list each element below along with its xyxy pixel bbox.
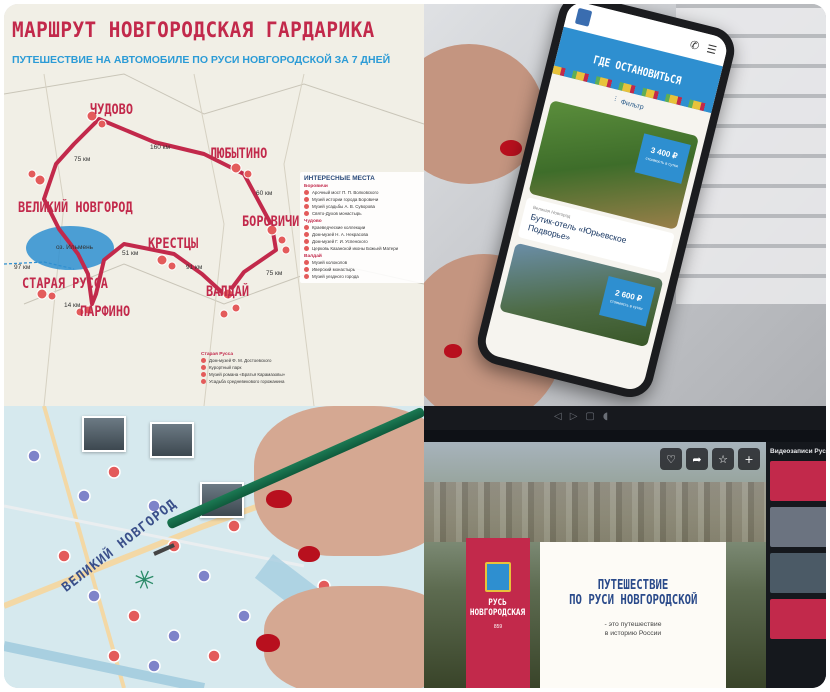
filter-label: Фильтр (619, 98, 645, 111)
fingernail (298, 546, 320, 562)
distance-label: 75 км (74, 156, 91, 163)
city-label: ВАЛДАЙ (206, 284, 249, 300)
app-logo (574, 7, 593, 27)
menu-icon[interactable]: ☰ (705, 42, 718, 57)
distance-label: 91 км (186, 264, 203, 271)
legend-heading: ИНТЕРЕСНЫЕ МЕСТА (304, 175, 375, 182)
legend-item: Церковь Казанской иконы Божьей Матери (304, 245, 424, 252)
map-legend-secondary: Старая Русса Дом-музей Ф. М. Достоевског… (201, 350, 311, 385)
legend-item: Курортный парк (201, 364, 311, 371)
legend-item: Музей колоколов (304, 259, 424, 266)
video-player: ◁ ▷ ▢ ◖ ♡ ➦ ☆ + Русь Новгородская 859 ПУ… (424, 406, 826, 688)
map-drawing-photo: ВЕЛИКИЙ НОВГОРОД ✳ (4, 406, 424, 688)
sidebar-title: Видеозаписи Русь Н (770, 448, 826, 455)
video-title-card: ПУТЕШЕСТВИЕ ПО РУСИ НОВГОРОДСКОЙ - это п… (540, 542, 726, 688)
player-toolbar: ◁ ▷ ▢ ◖ (424, 406, 826, 430)
price-badge: 3 400 ₽ стоимость в сутки (634, 133, 691, 184)
map-photo (82, 416, 126, 452)
legend-item: Дом-музей Ф. М. Достоевского (201, 357, 311, 364)
hand (254, 406, 424, 556)
legend-item: Музей усадьбы А. В. Суворова (304, 203, 424, 210)
city-aerial (424, 482, 766, 542)
like-icon[interactable]: ♡ (660, 448, 682, 470)
legend-item: Дом-музей Г. И. Успенского (304, 238, 424, 245)
back-icon[interactable]: ◁ (554, 411, 562, 422)
video-subtitle: - это путешествие в историю России (604, 621, 662, 637)
city-label: ЧУДОВО (90, 102, 133, 118)
map-photo (150, 422, 194, 458)
map-title: Маршрут Новгородская Гардарика (12, 18, 375, 42)
distance-label: 75 км (266, 270, 283, 277)
city-label: КРЕСТЦЫ (148, 236, 199, 252)
emblem-icon (485, 562, 511, 592)
legend-item: Краеведческие коллекции (304, 224, 424, 231)
city-label: ПАРФИНО (80, 304, 131, 320)
route-map-poster: Маршрут Новгородская Гардарика ПУТЕШЕСТВ… (4, 4, 424, 406)
video-thumbnail[interactable] (770, 553, 826, 593)
fingernail (444, 344, 462, 358)
brand-badge: Русь Новгородская 859 (466, 538, 530, 688)
video-title-line: ПО РУСИ НОВГОРОДСКОЙ (568, 593, 698, 608)
distance-label: 97 км (14, 264, 31, 271)
city-label: ЛЮБЫТИНО (210, 146, 268, 162)
legend-item: Дом-музей Н. А. Некрасова (304, 231, 424, 238)
video-frame[interactable]: ♡ ➦ ☆ + Русь Новгородская 859 ПУТЕШЕСТВИ… (424, 442, 766, 688)
legend-item: Свято-Духов монастырь (304, 210, 424, 217)
distance-label: 51 км (122, 250, 139, 257)
legend-item: Музей уездного города (304, 273, 424, 280)
map-subtitle: ПУТЕШЕСТВИЕ НА АВТОМОБИЛЕ ПО РУСИ НОВГОР… (12, 54, 391, 66)
distance-label: 60 км (256, 190, 273, 197)
distance-label: 160 км (150, 144, 170, 151)
add-icon[interactable]: + (738, 448, 760, 470)
legend-item: Арочный мост П. П. Волковского (304, 189, 424, 196)
legend-item: Музей романа «Братья Карамазовы» (201, 371, 311, 378)
city-label: БОРОВИЧИ (242, 214, 300, 230)
city-label: СТАРАЯ РУССА (22, 276, 108, 292)
hand (264, 586, 424, 688)
video-title-line: ПУТЕШЕСТВИЕ (597, 578, 669, 593)
video-actions: ♡ ➦ ☆ + (660, 448, 760, 470)
volume-icon[interactable]: ◖ (603, 411, 608, 422)
video-thumbnail[interactable] (770, 507, 826, 547)
photo-collage: Маршрут Новгородская Гардарика ПУТЕШЕСТВ… (4, 4, 826, 688)
phone-photo: ✆ ☰ Где остановиться ⫶ Фильтр 3 400 ₽ ст… (424, 4, 826, 406)
window-icon[interactable]: ▢ (585, 411, 594, 422)
map-legend: ИНТЕРЕСНЫЕ МЕСТА Боровичи Арочный мост П… (300, 172, 424, 283)
legend-item: Музей истории города Боровичи (304, 196, 424, 203)
price-badge: 2 600 ₽ стоимость в сутки (599, 276, 656, 327)
distance-label: 14 км (64, 302, 81, 309)
city-label: ВЕЛИКИЙ НОВГОРОД (18, 200, 133, 216)
video-thumbnail[interactable] (770, 461, 826, 501)
fingernail (266, 490, 292, 508)
filter-icon: ⫶ (613, 96, 617, 104)
fingernail (500, 140, 522, 156)
fingernail (256, 634, 280, 652)
phone-icon[interactable]: ✆ (689, 38, 701, 53)
legend-item: Иверский монастырь (304, 266, 424, 273)
brand-name: Русь Новгородская (470, 598, 526, 618)
lake-label: оз. Ильмень (56, 244, 94, 251)
legend-item: Усадьба средневекового горожанина (201, 378, 311, 385)
share-icon[interactable]: ➦ (686, 448, 708, 470)
favorite-icon[interactable]: ☆ (712, 448, 734, 470)
play-icon[interactable]: ▷ (570, 411, 578, 422)
video-thumbnail[interactable] (770, 599, 826, 639)
video-sidebar: Видеозаписи Русь Н (766, 442, 826, 688)
brand-year: 859 (493, 624, 503, 630)
